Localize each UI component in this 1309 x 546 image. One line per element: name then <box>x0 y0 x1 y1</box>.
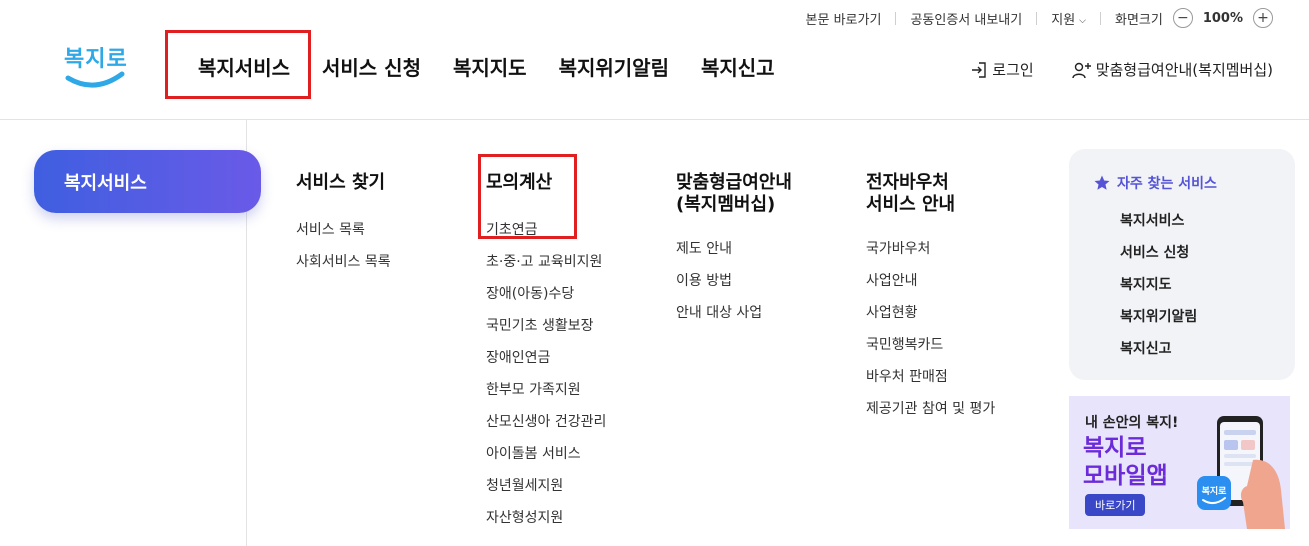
link-list: 기초연금 초·중·고 교육비지원 장애(아동)수당 국민기초 생활보장 장애인연… <box>486 214 606 534</box>
favorites-title: 자주 찾는 서비스 <box>1117 176 1217 192</box>
column-heading: 전자바우처 서비스 안내 <box>866 172 995 216</box>
menu-link[interactable]: 안내 대상 사업 <box>676 297 792 329</box>
menu-link[interactable]: 아이돌봄 서비스 <box>486 438 606 470</box>
link-list: 서비스 목록 사회서비스 목록 <box>296 214 391 278</box>
header-divider <box>0 119 1309 120</box>
column-heading: 맞춤형급여안내 (복지멤버십) <box>676 172 792 216</box>
menu-column-membership: 맞춤형급여안내 (복지멤버십) 제도 안내 이용 방법 안내 대상 사업 <box>676 172 792 329</box>
heading-line: (복지멤버십) <box>676 194 776 215</box>
divider <box>895 11 897 25</box>
banner-title-line: 복지로 <box>1083 435 1147 461</box>
header-actions: 로그인 맞춤형급여안내(복지멤버십) <box>970 59 1273 80</box>
nav-service-application[interactable]: 서비스 신청 <box>322 52 421 81</box>
zoom-control: 화면크기 − 100% + <box>1115 8 1273 28</box>
utility-bar: 본문 바로가기 공동인증서 내보내기 지원 ⌵ 화면크기 − 100% + <box>806 8 1273 28</box>
banner-go-button[interactable]: 바로가기 <box>1085 494 1146 516</box>
menu-link[interactable]: 서비스 목록 <box>296 214 391 246</box>
menu-link[interactable]: 장애인연금 <box>486 342 606 374</box>
cert-export-link[interactable]: 공동인증서 내보내기 <box>910 9 1022 28</box>
menu-link[interactable]: 사업안내 <box>866 265 995 297</box>
menu-link[interactable]: 한부모 가족지원 <box>486 374 606 406</box>
favorite-link[interactable]: 복지신고 <box>1120 333 1197 365</box>
menu-link[interactable]: 초·중·고 교육비지원 <box>486 246 606 278</box>
heading-line: 서비스 안내 <box>866 194 956 215</box>
svg-text:복지로: 복지로 <box>64 46 128 71</box>
user-plus-icon <box>1071 62 1091 78</box>
support-dropdown[interactable]: 지원 ⌵ <box>1051 9 1086 28</box>
menu-link[interactable]: 사회서비스 목록 <box>296 246 391 278</box>
heading-line: 전자바우처 <box>866 172 949 193</box>
category-pill-welfare-services[interactable]: 복지서비스 <box>34 150 261 213</box>
membership-label: 맞춤형급여안내(복지멤버십) <box>1095 61 1273 79</box>
divider <box>1099 11 1101 25</box>
menu-link[interactable]: 산모신생아 건강관리 <box>486 406 606 438</box>
nav-crisis-alert[interactable]: 복지위기알림 <box>559 52 669 81</box>
zoom-out-button[interactable]: − <box>1172 8 1193 28</box>
nav-welfare-report[interactable]: 복지신고 <box>701 52 775 81</box>
menu-link[interactable]: 장애(아동)수당 <box>486 278 606 310</box>
nav-welfare-map[interactable]: 복지지도 <box>453 52 527 81</box>
link-list: 제도 안내 이용 방법 안내 대상 사업 <box>676 233 792 329</box>
favorites-header: 자주 찾는 서비스 <box>1093 173 1217 193</box>
login-label: 로그인 <box>992 61 1034 79</box>
menu-column-service-search: 서비스 찾기 서비스 목록 사회서비스 목록 <box>296 172 391 278</box>
favorite-link[interactable]: 복지지도 <box>1120 269 1197 301</box>
zoom-value: 100% <box>1202 10 1243 26</box>
column-heading: 서비스 찾기 <box>296 172 386 193</box>
highlight-box-mock-calc <box>478 154 577 239</box>
highlight-box-nav <box>165 30 311 99</box>
support-label: 지원 <box>1051 12 1076 28</box>
login-button[interactable]: 로그인 <box>970 59 1034 80</box>
menu-link[interactable]: 제공기관 참여 및 평가 <box>866 393 995 425</box>
menu-link[interactable]: 국민기초 생활보장 <box>486 310 606 342</box>
menu-link[interactable]: 제도 안내 <box>676 233 792 265</box>
favorite-link[interactable]: 복지서비스 <box>1120 205 1197 237</box>
screen-size-label: 화면크기 <box>1114 12 1163 28</box>
divider <box>1036 11 1038 25</box>
mobile-app-banner[interactable]: 내 손안의 복지! 복지로 모바일앱 바로가기 복지로 <box>1069 396 1290 529</box>
membership-button[interactable]: 맞춤형급여안내(복지멤버십) <box>1071 59 1273 80</box>
zoom-in-button[interactable]: + <box>1253 8 1273 28</box>
menu-link[interactable]: 국가바우처 <box>866 233 995 265</box>
menu-link[interactable]: 바우처 판매점 <box>866 361 995 393</box>
menu-link[interactable]: 자산형성지원 <box>486 502 606 534</box>
site-logo[interactable]: 복지로 <box>62 36 128 92</box>
heading-line: 맞춤형급여안내 <box>676 172 792 193</box>
menu-link[interactable]: 청년월세지원 <box>486 470 606 502</box>
banner-tagline: 내 손안의 복지! <box>1085 415 1179 431</box>
banner-title: 복지로 모바일앱 <box>1083 434 1168 490</box>
favorite-link[interactable]: 서비스 신청 <box>1120 237 1197 269</box>
favorite-link[interactable]: 복지위기알림 <box>1120 301 1197 333</box>
logo-graphic: 복지로 <box>64 46 128 88</box>
menu-column-voucher: 전자바우처 서비스 안내 국가바우처 사업안내 사업현황 국민행복카드 바우처 판… <box>866 172 995 425</box>
skip-to-content-link[interactable]: 본문 바로가기 <box>806 9 882 28</box>
star-icon <box>1094 175 1110 190</box>
banner-title-line: 모바일앱 <box>1083 463 1168 489</box>
svg-text:복지로: 복지로 <box>1202 485 1228 496</box>
menu-link[interactable]: 국민행복카드 <box>866 329 995 361</box>
phone-hand-illustration: 복지로 <box>1197 416 1285 529</box>
link-list: 국가바우처 사업안내 사업현황 국민행복카드 바우처 판매점 제공기관 참여 및… <box>866 233 995 425</box>
chevron-down-icon: ⌵ <box>1079 15 1086 26</box>
favorites-panel: 자주 찾는 서비스 복지서비스 서비스 신청 복지지도 복지위기알림 복지신고 <box>1069 149 1295 380</box>
menu-link[interactable]: 사업현황 <box>866 297 995 329</box>
menu-link[interactable]: 이용 방법 <box>676 265 792 297</box>
login-icon <box>972 61 986 78</box>
favorites-list: 복지서비스 서비스 신청 복지지도 복지위기알림 복지신고 <box>1120 205 1197 365</box>
